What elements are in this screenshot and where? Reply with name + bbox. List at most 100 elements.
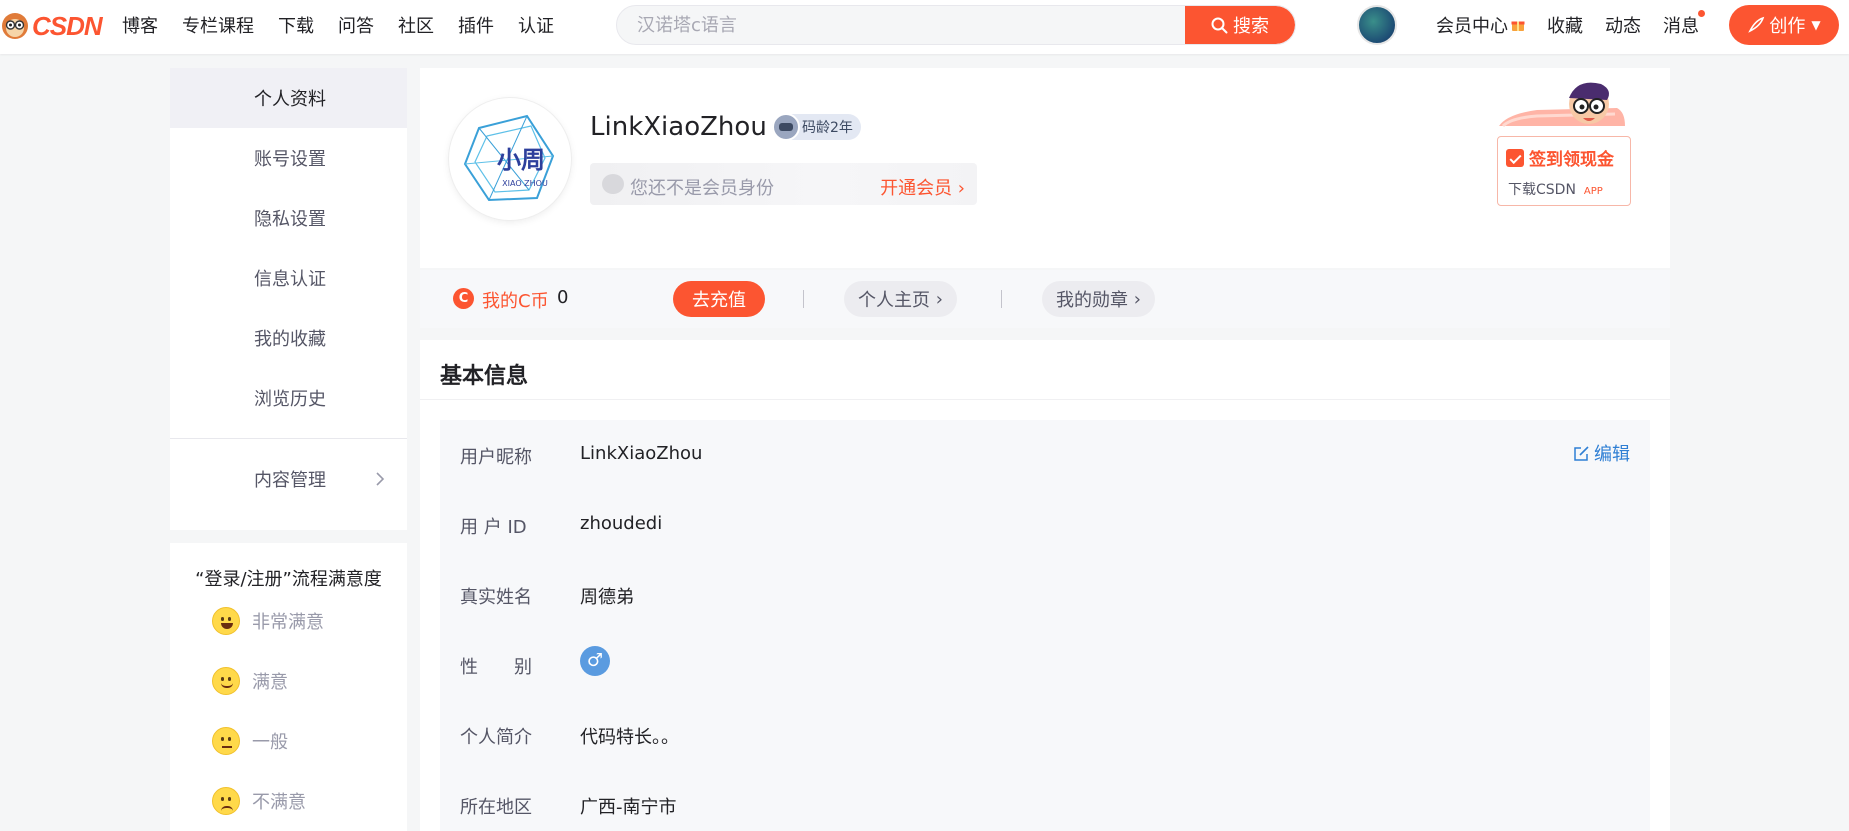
info-row-user-id: 用 户 ID zhoudedi bbox=[440, 490, 1650, 560]
info-row-nickname: 用户昵称 LinkXiaoZhou 编辑 bbox=[440, 420, 1650, 490]
basic-info-card: 基本信息 用户昵称 LinkXiaoZhou 编辑 用 户 ID zhouded… bbox=[420, 340, 1670, 831]
signin-box: 签到领现金 下载CSDN APP bbox=[1497, 136, 1631, 206]
signin-subtitle: 下载CSDN APP bbox=[1508, 179, 1603, 199]
homepage-button[interactable]: 个人主页 › bbox=[844, 281, 957, 317]
caret-down-icon: ▼ bbox=[1811, 18, 1821, 32]
vip-status-bar: 您还不是会员身份 开通会员 › bbox=[590, 163, 977, 205]
sidebar-divider bbox=[170, 438, 407, 439]
info-row-gender: 性 别 ♂ bbox=[440, 630, 1650, 700]
edit-label: 编辑 bbox=[1594, 444, 1630, 465]
stats-separator bbox=[1001, 290, 1002, 308]
logo-text: CSDN bbox=[32, 10, 103, 41]
settings-sidebar: 个人资料 账号设置 隐私设置 信息认证 我的收藏 浏览历史 内容管理 bbox=[170, 68, 407, 530]
sidebar-item-profile[interactable]: 个人资料 bbox=[170, 68, 407, 128]
avatar-text-main: 小周 bbox=[497, 146, 545, 174]
nav-plugins[interactable]: 插件 bbox=[458, 12, 494, 38]
unread-dot bbox=[1698, 10, 1705, 17]
vip-center-link[interactable]: 会员中心 bbox=[1436, 12, 1525, 38]
neutral-face-icon bbox=[212, 727, 240, 755]
sidebar-item-content-management[interactable]: 内容管理 bbox=[170, 449, 407, 509]
search-box: 搜索 bbox=[616, 5, 1296, 45]
row-label: 所在地区 bbox=[460, 797, 532, 818]
nav-certification[interactable]: 认证 bbox=[518, 12, 554, 38]
favorites-link[interactable]: 收藏 bbox=[1547, 12, 1583, 38]
info-row-region: 所在地区 广西-南宁市 bbox=[440, 770, 1650, 831]
nav-qa[interactable]: 问答 bbox=[338, 12, 374, 38]
recharge-button[interactable]: 去充值 bbox=[673, 281, 765, 317]
calendar-check-icon bbox=[1506, 148, 1524, 167]
create-button[interactable]: 创作 ▼ bbox=[1729, 5, 1839, 45]
activity-link[interactable]: 动态 bbox=[1605, 12, 1641, 38]
edit-button[interactable]: 编辑 bbox=[1573, 440, 1630, 466]
app-tag: APP bbox=[1583, 186, 1603, 197]
gift-icon bbox=[1511, 21, 1525, 31]
coin-value: 0 bbox=[557, 287, 569, 308]
messages-label: 消息 bbox=[1663, 16, 1699, 37]
homepage-label: 个人主页 bbox=[858, 290, 930, 311]
pen-icon bbox=[1748, 16, 1765, 33]
row-label: 性 别 bbox=[460, 657, 532, 678]
row-value: zhoudedi bbox=[580, 513, 663, 534]
robot-badge-icon bbox=[772, 113, 800, 141]
smile-face-icon bbox=[212, 667, 240, 695]
signin-cash-banner[interactable]: 签到领现金 下载CSDN APP bbox=[1497, 78, 1637, 213]
vip-center-label: 会员中心 bbox=[1436, 16, 1508, 37]
search-button-label: 搜索 bbox=[1233, 16, 1269, 37]
vip-status-text: 您还不是会员身份 bbox=[630, 178, 774, 199]
signin-title: 签到领现金 bbox=[1506, 145, 1614, 170]
survey-option-satisfied[interactable]: 满意 bbox=[212, 651, 407, 711]
create-button-label: 创作 bbox=[1769, 16, 1806, 37]
info-list: 用户昵称 LinkXiaoZhou 编辑 用 户 ID zhoudedi 真实姓… bbox=[440, 420, 1650, 831]
profile-username: LinkXiaoZhou bbox=[590, 112, 767, 142]
chevron-right-icon bbox=[376, 472, 385, 486]
search-button[interactable]: 搜索 bbox=[1185, 6, 1295, 44]
satisfaction-survey: “登录/注册”流程满意度 非常满意 满意 一般 不满意 bbox=[170, 543, 407, 831]
profile-avatar[interactable]: 小周 XIAO ZHOU bbox=[449, 98, 571, 220]
stats-row: C 我的C币 0 去充值 个人主页 › 我的勋章 › bbox=[420, 270, 1670, 328]
sidebar-item-favorites[interactable]: 我的收藏 bbox=[170, 308, 407, 368]
messages-link[interactable]: 消息 bbox=[1663, 10, 1705, 38]
nav-download[interactable]: 下载 bbox=[278, 12, 314, 38]
survey-option-label: 非常满意 bbox=[252, 612, 324, 633]
nav-courses[interactable]: 专栏课程 bbox=[182, 12, 254, 38]
survey-option-dissatisfied[interactable]: 不满意 bbox=[212, 771, 407, 831]
sidebar-item-privacy[interactable]: 隐私设置 bbox=[170, 188, 407, 248]
signin-sub-label: 下载CSDN bbox=[1508, 182, 1576, 198]
row-value: LinkXiaoZhou bbox=[580, 443, 703, 464]
crown-icon bbox=[602, 174, 624, 194]
male-gender-icon: ♂ bbox=[580, 646, 610, 676]
survey-title: “登录/注册”流程满意度 bbox=[195, 569, 382, 590]
info-row-bio: 个人简介 代码特长。。 bbox=[440, 700, 1650, 770]
frown-face-icon bbox=[212, 787, 240, 815]
row-value: 广西-南宁市 bbox=[580, 797, 677, 818]
survey-option-label: 满意 bbox=[252, 672, 288, 693]
nav-community[interactable]: 社区 bbox=[398, 12, 434, 38]
row-label: 用 户 ID bbox=[460, 517, 527, 538]
info-row-real-name: 真实姓名 周德弟 bbox=[440, 560, 1650, 630]
open-vip-link[interactable]: 开通会员 › bbox=[880, 174, 965, 200]
survey-option-neutral[interactable]: 一般 bbox=[212, 711, 407, 771]
laughing-face-icon bbox=[212, 607, 240, 635]
sidebar-item-history[interactable]: 浏览历史 bbox=[170, 368, 407, 428]
medals-button[interactable]: 我的勋章 › bbox=[1042, 281, 1155, 317]
signin-title-label: 签到领现金 bbox=[1529, 150, 1614, 170]
search-input[interactable] bbox=[617, 6, 1187, 44]
edit-icon bbox=[1574, 445, 1589, 461]
avatar-text-sub: XIAO ZHOU bbox=[502, 179, 548, 188]
top-links: 会员中心 收藏 动态 消息 bbox=[1436, 0, 1721, 50]
coin-label: 我的C币 bbox=[482, 291, 549, 312]
sidebar-item-account[interactable]: 账号设置 bbox=[170, 128, 407, 188]
row-label: 真实姓名 bbox=[460, 587, 532, 608]
survey-option-very-satisfied[interactable]: 非常满意 bbox=[212, 591, 407, 651]
open-vip-label: 开通会员 bbox=[880, 178, 953, 199]
sidebar-item-verification[interactable]: 信息认证 bbox=[170, 248, 407, 308]
csdn-logo[interactable]: CSDN bbox=[0, 10, 103, 41]
user-avatar[interactable] bbox=[1357, 5, 1397, 45]
content-management-label: 内容管理 bbox=[254, 470, 326, 491]
row-label: 用户昵称 bbox=[460, 447, 532, 468]
row-value: 周德弟 bbox=[580, 587, 634, 608]
section-title: 基本信息 bbox=[440, 364, 529, 389]
code-age-badge: 码龄2年 bbox=[772, 113, 861, 141]
nav-blog[interactable]: 博客 bbox=[122, 12, 158, 38]
top-navbar: CSDN 博客 专栏课程 下载 问答 社区 插件 认证 搜索 会员中心 bbox=[0, 0, 1849, 54]
